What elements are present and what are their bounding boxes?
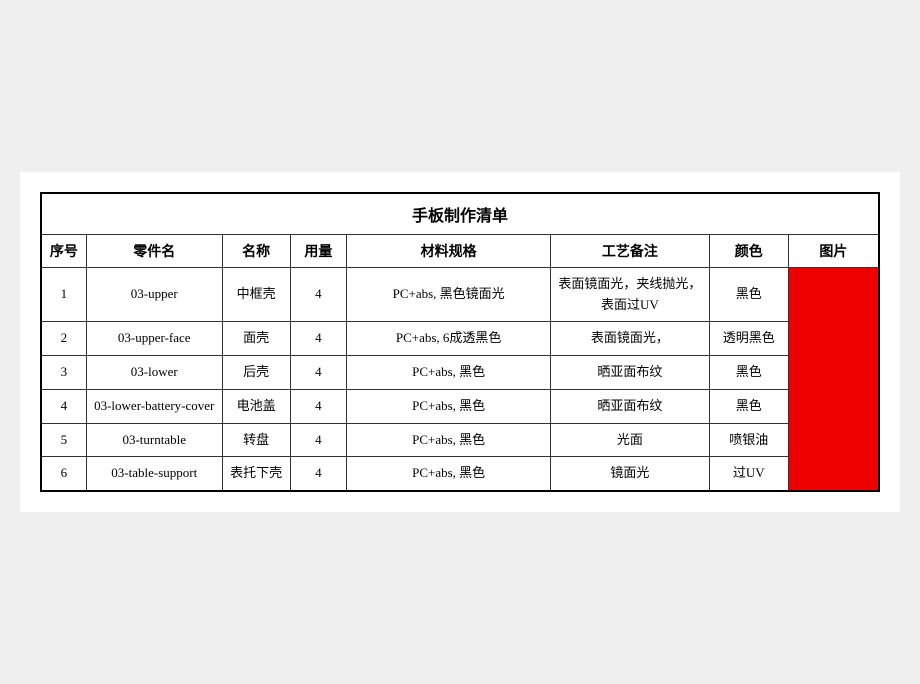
cell-name: 面壳 (222, 322, 290, 356)
cell-qty: 4 (290, 423, 347, 457)
cell-spec: PC+abs, 黑色 (347, 356, 551, 390)
cell-qty: 4 (290, 457, 347, 491)
table-row: 6 03-table-support 表托下壳 4 PC+abs, 黑色 镜面光… (41, 457, 879, 491)
header-row: 序号 零件名 名称 用量 材料规格 工艺备注 颜色 图片 (41, 234, 879, 267)
header-part-code: 零件名 (86, 234, 222, 267)
main-table: 手板制作清单 序号 零件名 名称 用量 材料规格 工艺备注 颜色 图片 1 03… (40, 192, 880, 493)
cell-name: 后壳 (222, 356, 290, 390)
header-image: 图片 (788, 234, 879, 267)
cell-name: 表托下壳 (222, 457, 290, 491)
header-spec: 材料规格 (347, 234, 551, 267)
cell-process: 镜面光 (551, 457, 710, 491)
cell-qty: 4 (290, 389, 347, 423)
cell-seq: 3 (41, 356, 86, 390)
cell-name: 电池盖 (222, 389, 290, 423)
table-row: 3 03-lower 后壳 4 PC+abs, 黑色 晒亚面布纹 黑色 (41, 356, 879, 390)
image-column (788, 267, 879, 491)
cell-part-code: 03-lower (86, 356, 222, 390)
cell-process: 晒亚面布纹 (551, 356, 710, 390)
header-process: 工艺备注 (551, 234, 710, 267)
cell-process: 晒亚面布纹 (551, 389, 710, 423)
cell-color: 黑色 (709, 267, 788, 322)
header-name: 名称 (222, 234, 290, 267)
cell-spec: PC+abs, 6成透黑色 (347, 322, 551, 356)
cell-color: 过UV (709, 457, 788, 491)
cell-process: 光面 (551, 423, 710, 457)
cell-seq: 1 (41, 267, 86, 322)
table-title: 手板制作清单 (41, 193, 879, 235)
table-row: 2 03-upper-face 面壳 4 PC+abs, 6成透黑色 表面镜面光… (41, 322, 879, 356)
cell-color: 黑色 (709, 389, 788, 423)
cell-seq: 4 (41, 389, 86, 423)
cell-qty: 4 (290, 356, 347, 390)
cell-spec: PC+abs, 黑色 (347, 389, 551, 423)
header-seq: 序号 (41, 234, 86, 267)
cell-part-code: 03-table-support (86, 457, 222, 491)
cell-qty: 4 (290, 267, 347, 322)
cell-spec: PC+abs, 黑色镜面光 (347, 267, 551, 322)
cell-seq: 6 (41, 457, 86, 491)
cell-name: 中框壳 (222, 267, 290, 322)
cell-seq: 2 (41, 322, 86, 356)
cell-color: 黑色 (709, 356, 788, 390)
cell-part-code: 03-upper (86, 267, 222, 322)
cell-spec: PC+abs, 黑色 (347, 457, 551, 491)
cell-process: 表面镜面光，夹线抛光，表面过UV (551, 267, 710, 322)
table-row: 4 03-lower-battery-cover 电池盖 4 PC+abs, 黑… (41, 389, 879, 423)
cell-part-code: 03-turntable (86, 423, 222, 457)
cell-color: 喷银油 (709, 423, 788, 457)
header-qty: 用量 (290, 234, 347, 267)
page-wrapper: 手板制作清单 序号 零件名 名称 用量 材料规格 工艺备注 颜色 图片 1 03… (20, 172, 900, 513)
cell-part-code: 03-upper-face (86, 322, 222, 356)
title-row: 手板制作清单 (41, 193, 879, 235)
cell-qty: 4 (290, 322, 347, 356)
cell-part-code: 03-lower-battery-cover (86, 389, 222, 423)
table-row: 1 03-upper 中框壳 4 PC+abs, 黑色镜面光 表面镜面光，夹线抛… (41, 267, 879, 322)
cell-name: 转盘 (222, 423, 290, 457)
cell-process: 表面镜面光， (551, 322, 710, 356)
cell-color: 透明黑色 (709, 322, 788, 356)
cell-spec: PC+abs, 黑色 (347, 423, 551, 457)
cell-seq: 5 (41, 423, 86, 457)
table-row: 5 03-turntable 转盘 4 PC+abs, 黑色 光面 喷银油 (41, 423, 879, 457)
header-color: 颜色 (709, 234, 788, 267)
